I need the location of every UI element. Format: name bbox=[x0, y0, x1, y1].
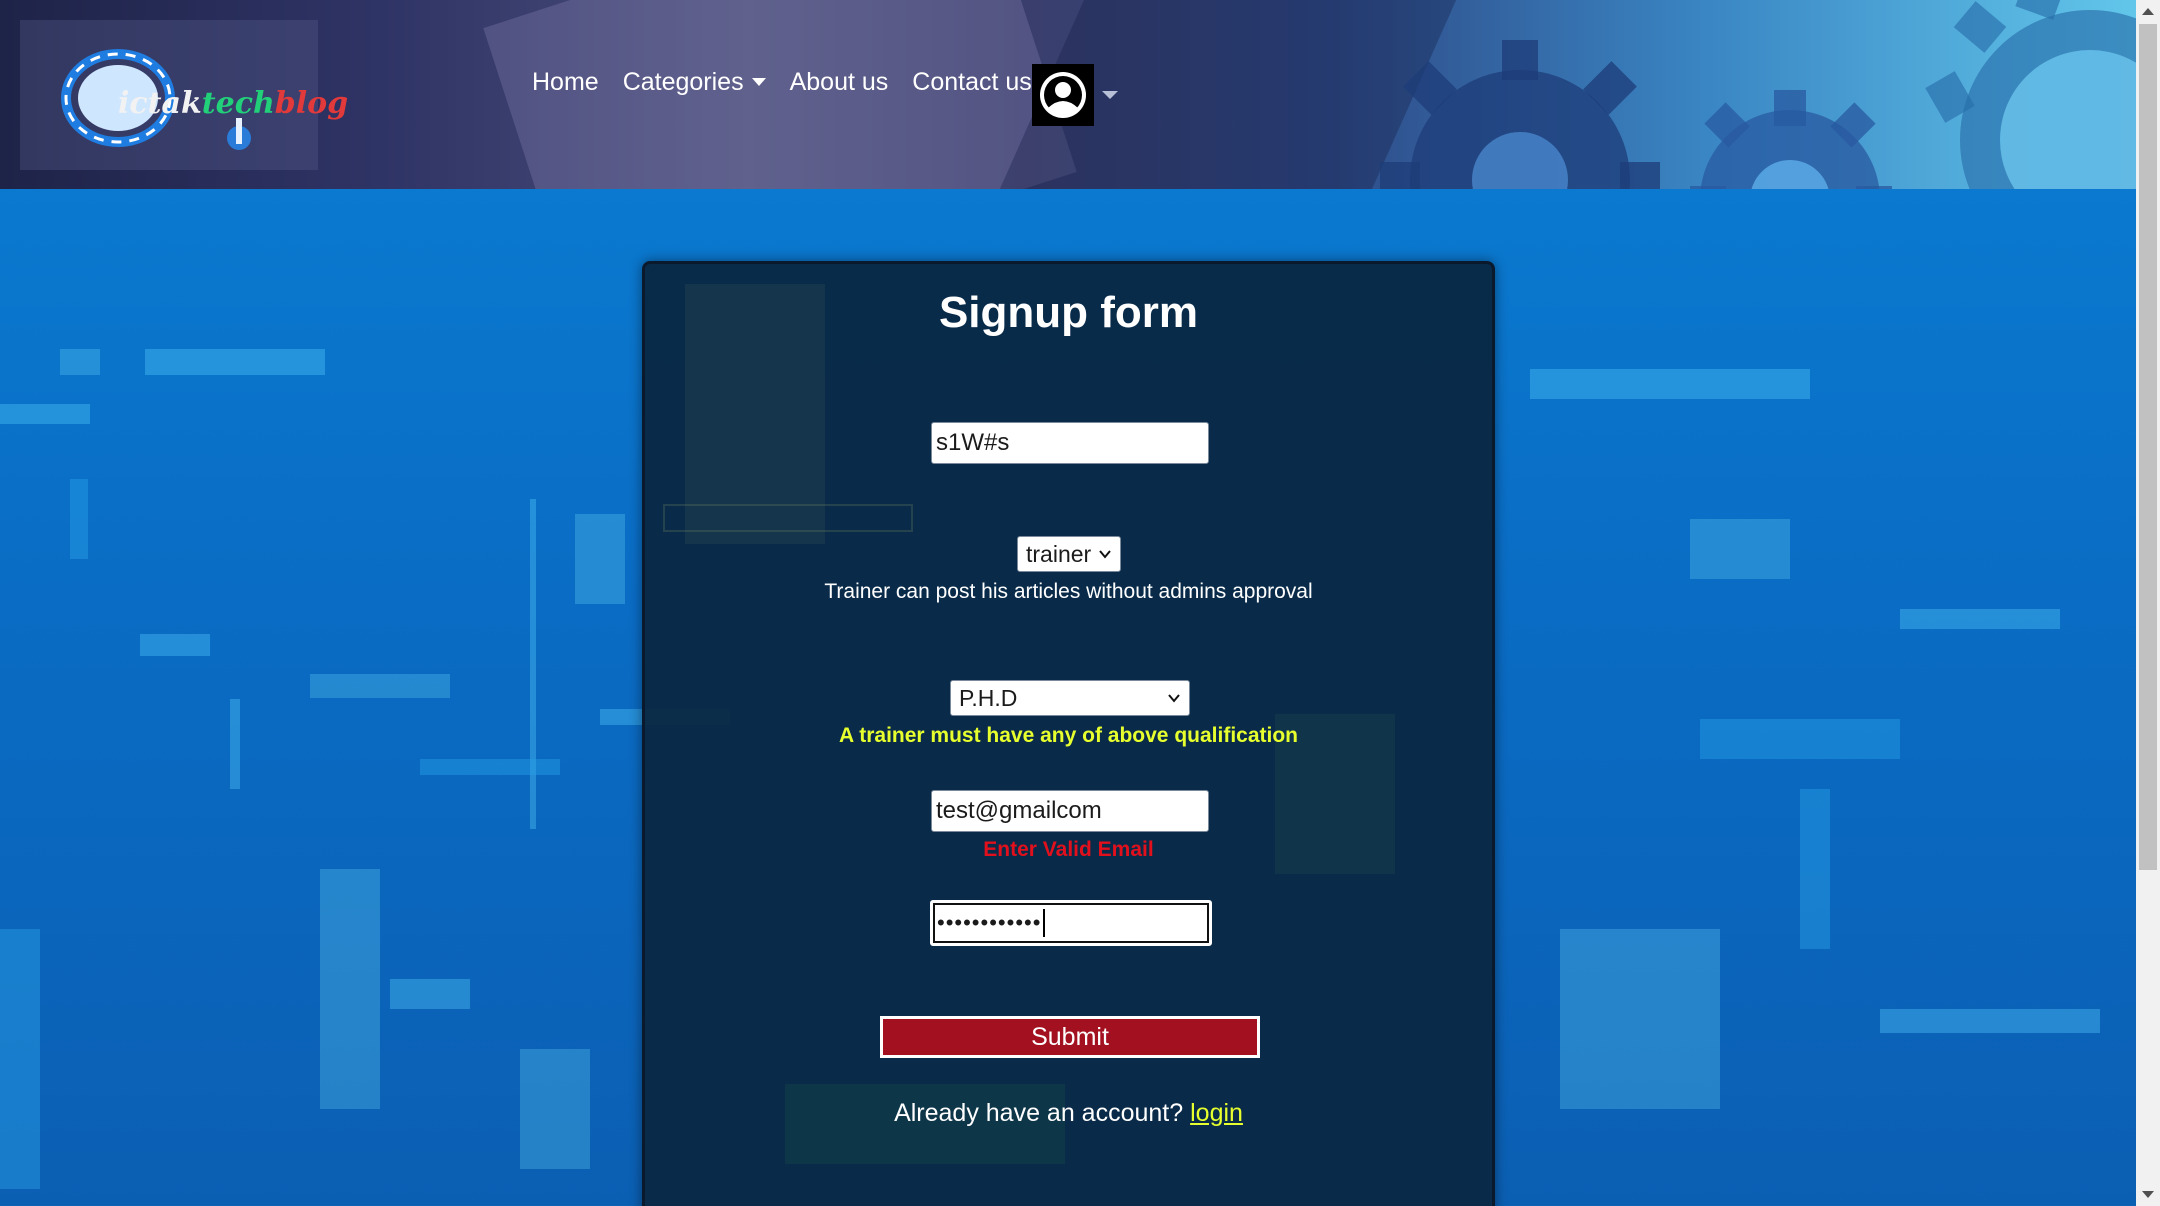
login-prompt: Already have an account? bbox=[894, 1099, 1184, 1127]
gear-decor bbox=[1690, 90, 1892, 189]
email-error: Enter Valid Email bbox=[983, 838, 1154, 861]
profile-dropdown[interactable] bbox=[1032, 64, 1118, 126]
qualification-select[interactable]: P.H.D bbox=[950, 680, 1190, 716]
gear-decor bbox=[1925, 0, 2136, 189]
role-select[interactable]: trainer bbox=[1017, 536, 1121, 572]
nav-categories-dropdown[interactable]: Categories bbox=[623, 68, 766, 97]
login-prompt-line: Already have an account? login bbox=[645, 1099, 1492, 1128]
gear-decor bbox=[1380, 40, 1660, 189]
logo[interactable]: ictaktechblog bbox=[20, 20, 348, 170]
site-header: ictaktechblog Home Categories About us C… bbox=[0, 0, 2136, 189]
password-value: •••••••••••• bbox=[937, 910, 1042, 935]
form-title: Signup form bbox=[938, 288, 1199, 337]
scroll-up-icon[interactable] bbox=[2142, 8, 2154, 15]
qualification-selected-value: P.H.D bbox=[959, 684, 1018, 711]
page-scrollbar[interactable] bbox=[2136, 0, 2160, 1206]
email-value: test@gmailcom bbox=[936, 797, 1102, 824]
role-selected-value: trainer bbox=[1026, 540, 1092, 567]
text-cursor bbox=[1043, 909, 1046, 937]
email-input[interactable]: test@gmailcom bbox=[931, 790, 1209, 832]
main-nav: Home Categories About us Contact us bbox=[532, 68, 1056, 97]
chevron-down-icon bbox=[1168, 694, 1180, 703]
chevron-down-icon[interactable] bbox=[1102, 91, 1118, 99]
scroll-down-icon[interactable] bbox=[2142, 1191, 2154, 1198]
user-circle-icon[interactable] bbox=[1032, 64, 1094, 126]
username-value: s1W#s bbox=[936, 429, 1010, 456]
login-link[interactable]: login bbox=[1190, 1099, 1243, 1127]
submit-button[interactable]: Submit bbox=[880, 1016, 1260, 1058]
scroll-thumb[interactable] bbox=[2139, 24, 2157, 870]
chevron-down-icon bbox=[1099, 550, 1111, 559]
logo-mark-icon bbox=[227, 118, 251, 150]
qualification-hint: A trainer must have any of above qualifi… bbox=[839, 724, 1298, 747]
nav-about[interactable]: About us bbox=[790, 68, 889, 97]
username-input[interactable]: s1W#s bbox=[931, 422, 1209, 464]
role-hint: Trainer can post his articles without ad… bbox=[824, 580, 1313, 603]
password-input[interactable]: •••••••••••• bbox=[930, 900, 1212, 946]
nav-home[interactable]: Home bbox=[532, 68, 599, 97]
nav-contact[interactable]: Contact us bbox=[912, 68, 1032, 97]
signup-card: Signup form s1W#s trainer Trainer can po… bbox=[642, 261, 1495, 1206]
